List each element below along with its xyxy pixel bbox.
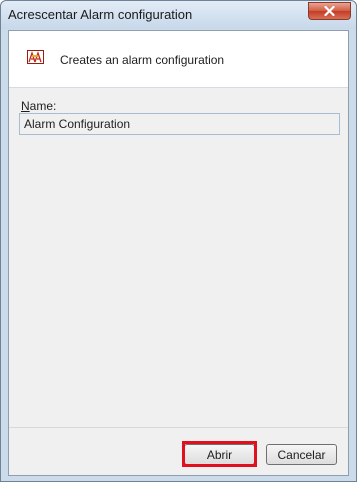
name-label-text: ame: [29,99,57,113]
open-button[interactable]: Abrir [184,444,255,465]
name-input[interactable] [19,113,340,135]
close-icon [324,6,335,16]
cancel-button[interactable]: Cancelar [266,444,337,465]
dialog-header: Creates an alarm configuration [9,31,348,88]
footer-divider [9,427,348,428]
header-description: Creates an alarm configuration [60,53,225,67]
alarm-icon [27,50,44,67]
dialog-window: Acrescentar Alarm configuration Creates … [0,0,357,482]
name-label-accelerator: N [21,99,30,113]
window-title: Acrescentar Alarm configuration [8,7,193,22]
dialog-body: Creates an alarm configuration Name: Abr… [8,30,349,476]
name-label: Name: [21,99,56,113]
close-button[interactable] [308,2,351,20]
title-bar[interactable]: Acrescentar Alarm configuration [1,1,356,29]
